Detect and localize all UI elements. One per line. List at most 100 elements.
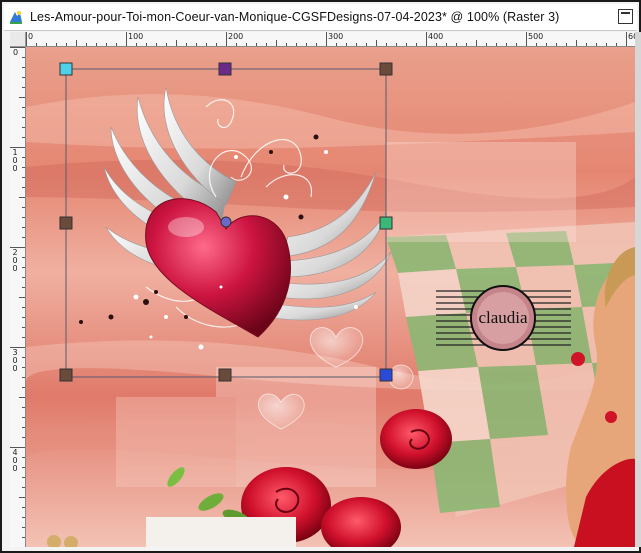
ruler-left-label: 300: [12, 348, 18, 373]
ruler-tick: [46, 43, 47, 46]
ruler-tick: [19, 197, 25, 198]
ruler-tick: [376, 40, 377, 46]
ruler-top-label: 500: [528, 32, 544, 41]
resize-handle-bottom-right[interactable]: [379, 368, 393, 382]
ruler-tick: [586, 43, 587, 46]
ruler-tick: [416, 43, 417, 46]
resize-handle-top-left[interactable]: [59, 62, 73, 76]
ruler-tick: [386, 43, 387, 46]
ruler-tick: [156, 43, 157, 46]
ruler-tick: [406, 43, 407, 46]
ruler-tick: [10, 347, 25, 348]
ruler-tick: [466, 43, 467, 46]
ruler-tick: [19, 397, 25, 398]
resize-handle-bottom[interactable]: [218, 368, 232, 382]
resize-handle-right[interactable]: [379, 216, 393, 230]
ruler-tick: [146, 43, 147, 46]
rotation-pivot-handle[interactable]: [220, 216, 232, 228]
ruler-tick: [316, 43, 317, 46]
ruler-tick: [10, 47, 25, 48]
ruler-tick: [22, 187, 25, 188]
ruler-tick: [22, 377, 25, 378]
ruler-tick: [296, 43, 297, 46]
ruler-tick: [22, 387, 25, 388]
ruler-tick: [22, 407, 25, 408]
ruler-tick: [176, 40, 177, 46]
ruler-tick: [336, 43, 337, 46]
ruler-tick: [106, 43, 107, 46]
ruler-tick: [216, 43, 217, 46]
vertical-scrollbar[interactable]: [635, 32, 641, 547]
ruler-tick: [166, 43, 167, 46]
ruler-tick: [246, 43, 247, 46]
image-canvas[interactable]: claudia: [26, 47, 635, 547]
ruler-tick: [606, 43, 607, 46]
ruler-tick: [22, 317, 25, 318]
ruler-tick: [22, 487, 25, 488]
ruler-tick: [22, 237, 25, 238]
ruler-tick: [22, 107, 25, 108]
ruler-tick: [476, 40, 477, 46]
ruler-tick: [22, 227, 25, 228]
ruler-tick: [36, 43, 37, 46]
ruler-tick: [22, 367, 25, 368]
window-title: Les-Amour-pour-Toi-mon-Coeur-van-Monique…: [30, 10, 560, 24]
ruler-tick: [22, 287, 25, 288]
ruler-tick: [10, 147, 25, 148]
ruler-tick: [116, 43, 117, 46]
ruler-tick: [456, 43, 457, 46]
ruler-tick: [22, 437, 25, 438]
ruler-tick: [22, 307, 25, 308]
ruler-tick: [526, 32, 527, 46]
ruler-tick: [546, 43, 547, 46]
ruler-tick: [396, 43, 397, 46]
ruler-tick: [22, 267, 25, 268]
ruler-tick: [426, 32, 427, 46]
ruler-tick: [22, 57, 25, 58]
ruler-tick: [26, 32, 27, 46]
ruler-tick: [536, 43, 537, 46]
ruler-tick: [22, 427, 25, 428]
ruler-tick: [446, 43, 447, 46]
resize-handle-left[interactable]: [59, 216, 73, 230]
ruler-tick: [22, 167, 25, 168]
ruler-top-label: 400: [428, 32, 444, 41]
ruler-tick: [496, 43, 497, 46]
ruler-tick: [22, 357, 25, 358]
maximize-icon[interactable]: [618, 9, 633, 24]
ruler-tick: [486, 43, 487, 46]
ruler-left-label: 0: [12, 48, 19, 57]
ruler-tick: [286, 43, 287, 46]
ruler-tick: [22, 127, 25, 128]
ruler-tick: [22, 87, 25, 88]
ruler-top-label: 600: [628, 32, 635, 41]
ruler-tick: [76, 40, 77, 46]
resize-handle-top-right[interactable]: [379, 62, 393, 76]
ruler-top-label: 200: [228, 32, 244, 41]
ruler-tick: [256, 43, 257, 46]
ruler-tick: [19, 297, 25, 298]
ruler-tick: [22, 537, 25, 538]
horizontal-ruler[interactable]: 0 100 200 300 400 500 600: [26, 32, 635, 47]
ruler-tick: [626, 32, 627, 46]
title-bar[interactable]: Les-Amour-pour-Toi-mon-Coeur-van-Monique…: [4, 4, 637, 31]
ruler-top-label: 0: [28, 32, 34, 41]
document-window: Les-Amour-pour-Toi-mon-Coeur-van-Monique…: [0, 0, 641, 553]
ruler-tick: [10, 447, 25, 448]
ruler-tick: [616, 43, 617, 46]
ruler-tick: [86, 43, 87, 46]
watermark-text: claudia: [478, 308, 528, 327]
vertical-ruler[interactable]: 0 100 200 300 400: [10, 47, 26, 547]
resize-handle-top[interactable]: [218, 62, 232, 76]
ruler-tick: [596, 43, 597, 46]
ruler-tick: [22, 257, 25, 258]
ruler-tick: [10, 247, 25, 248]
ruler-tick: [22, 117, 25, 118]
ruler-tick: [19, 497, 25, 498]
ruler-tick: [226, 32, 227, 46]
ruler-tick: [276, 40, 277, 46]
ruler-left-label: 100: [12, 148, 18, 173]
resize-handle-bottom-left[interactable]: [59, 368, 73, 382]
ruler-tick: [22, 477, 25, 478]
ruler-tick: [22, 67, 25, 68]
